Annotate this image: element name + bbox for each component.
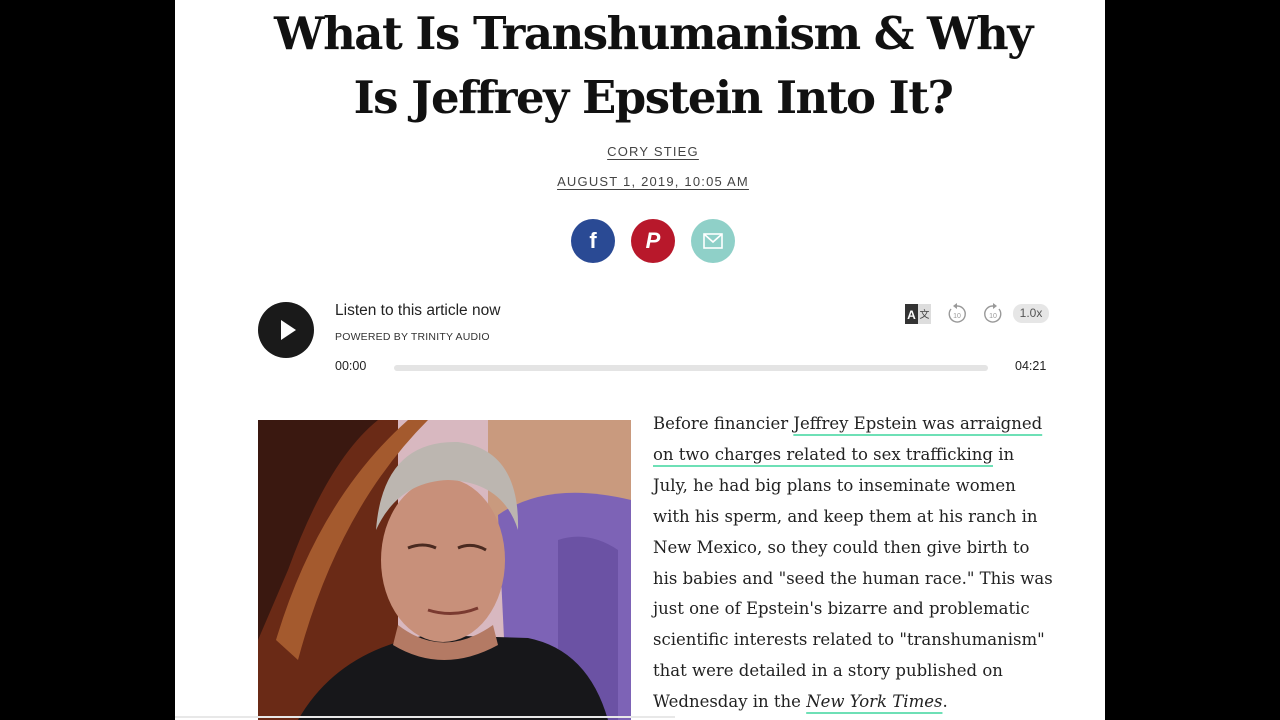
article-title-line-1: What Is Transhumanism & Why [274, 7, 1033, 60]
audio-powered-by: POWERED BY TRINITY AUDIO [335, 331, 490, 343]
rewind-10-icon[interactable]: 10 [946, 303, 968, 325]
svg-text:文: 文 [920, 308, 930, 321]
duration: 04:21 [1015, 359, 1047, 373]
divider [175, 716, 675, 718]
body-text-main: in July, he had big plans to inseminate … [653, 444, 1053, 712]
svg-text:10: 10 [989, 313, 997, 320]
share-email-button[interactable] [691, 219, 735, 263]
progress-bar[interactable] [394, 365, 988, 371]
publish-date-link[interactable]: AUGUST 1, 2019, 10:05 AM [557, 174, 749, 189]
byline: CORY STIEG [175, 144, 1105, 159]
body-text-intro: Before financier [653, 414, 794, 433]
play-button[interactable] [258, 302, 314, 358]
pinterest-icon: P [645, 228, 661, 253]
article-page: What Is Transhumanism & Why Is Jeffrey E… [175, 0, 1105, 720]
audio-player: Listen to this article now POWERED BY TR… [258, 300, 1049, 380]
nyt-link[interactable]: New York Times [806, 692, 942, 711]
forward-10-icon[interactable]: 10 [982, 303, 1004, 325]
publish-date: AUGUST 1, 2019, 10:05 AM [175, 174, 1105, 189]
audio-title: Listen to this article now [335, 302, 501, 319]
article-body: Before financier Jeffrey Epstein was arr… [653, 409, 1053, 718]
article-title: What Is Transhumanism & Why Is Jeffrey E… [175, 2, 1105, 130]
email-icon [703, 233, 723, 249]
svg-text:A: A [907, 308, 916, 322]
svg-text:10: 10 [953, 313, 961, 320]
facebook-icon: f [589, 228, 597, 253]
current-time: 00:00 [335, 359, 367, 373]
article-title-line-2: Is Jeffrey Epstein Into It? [353, 71, 954, 124]
author-link[interactable]: CORY STIEG [607, 144, 699, 159]
article-photo [258, 420, 631, 720]
share-pinterest-button[interactable]: P [631, 219, 675, 263]
body-text-end: . [942, 692, 948, 712]
translate-icon[interactable]: A 文 [905, 304, 931, 324]
share-facebook-button[interactable]: f [571, 219, 615, 263]
playback-speed-button[interactable]: 1.0x [1013, 304, 1049, 323]
